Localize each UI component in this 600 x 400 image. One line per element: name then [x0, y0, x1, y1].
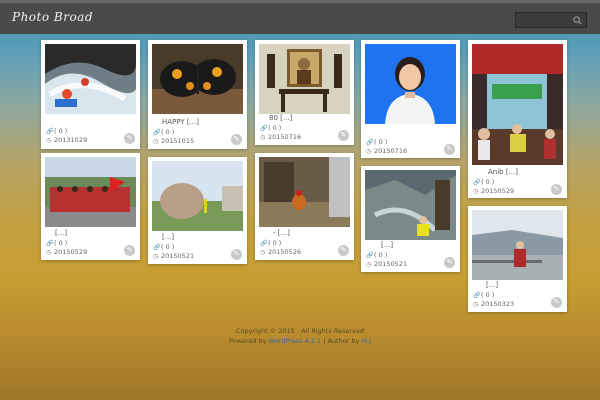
edit-icon[interactable]: ✎: [444, 257, 455, 268]
post-title[interactable]: Anib [...]: [488, 168, 518, 176]
comment-count: ( 0 ): [481, 178, 495, 186]
post-date: 20150521: [161, 252, 195, 260]
comment-count: ( 0 ): [161, 243, 175, 251]
clock-icon: ◷: [260, 249, 266, 256]
comment-count: ( 0 ): [374, 251, 388, 259]
clock-icon: ◷: [153, 253, 159, 260]
post-card[interactable]: Anib [...] 🔗( 0 ) ◷ 20150529 ✎: [468, 40, 567, 198]
link-icon: 🔗: [366, 252, 374, 259]
post-date: 20131029: [54, 136, 88, 144]
link-icon: 🔗: [260, 240, 268, 247]
post-title[interactable]: [...]: [486, 281, 498, 289]
search-icon[interactable]: [573, 16, 582, 25]
post-date: 20150716: [268, 133, 302, 141]
site-logo[interactable]: Photo Broad: [12, 10, 93, 24]
post-card[interactable]: [...] 🔗( 0 ) ◷ 20150521 ✎: [361, 166, 460, 272]
post-date: 20151015: [161, 137, 195, 145]
footer-copyright: Copyright © 2015 . All Rights Reserved: [235, 327, 365, 335]
post-thumbnail[interactable]: [472, 44, 563, 165]
post-thumbnail[interactable]: [259, 157, 350, 227]
edit-icon[interactable]: ✎: [551, 184, 562, 195]
post-title[interactable]: [...]: [55, 229, 67, 237]
link-icon: 🔗: [473, 179, 481, 186]
clock-icon: ◷: [366, 148, 372, 155]
post-title[interactable]: - [...]: [273, 229, 290, 237]
wordpress-link[interactable]: WordPress 4.2.1: [269, 337, 321, 345]
top-bar: Photo Broad: [0, 0, 600, 34]
link-icon: 🔗: [46, 128, 54, 135]
clock-icon: ◷: [153, 138, 159, 145]
post-thumbnail[interactable]: [259, 44, 350, 114]
post-thumbnail[interactable]: [472, 210, 563, 280]
footer-credits: Powered by WordPress 4.2.1 | Author by M…: [0, 337, 600, 345]
post-thumbnail[interactable]: [152, 44, 243, 114]
link-icon: 🔗: [260, 125, 268, 132]
comment-count: ( 0 ): [374, 138, 388, 146]
link-icon: 🔗: [473, 292, 481, 299]
comment-count: ( 0 ): [268, 124, 282, 132]
edit-icon[interactable]: ✎: [338, 130, 349, 141]
search-box[interactable]: [515, 12, 587, 28]
link-icon: 🔗: [46, 240, 54, 247]
comment-count: ( 0 ): [54, 127, 68, 135]
post-thumbnail[interactable]: [365, 170, 456, 240]
post-card[interactable]: 80 [...] 🔗( 0 ) ◷ 20150716 ✎: [255, 40, 354, 145]
post-thumbnail[interactable]: [45, 44, 136, 114]
post-thumbnail[interactable]: [365, 44, 456, 124]
comment-count: ( 0 ): [481, 291, 495, 299]
clock-icon: ◷: [46, 137, 52, 144]
post-date: 20150529: [54, 248, 88, 256]
comment-count: ( 0 ): [268, 239, 282, 247]
edit-icon[interactable]: ✎: [444, 144, 455, 155]
post-thumbnail[interactable]: [152, 161, 243, 231]
post-title[interactable]: [...]: [381, 241, 393, 249]
post-card[interactable]: - [...] 🔗( 0 ) ◷ 20150526 ✎: [255, 153, 354, 260]
post-date: 20150526: [268, 248, 302, 256]
post-card[interactable]: 🔗( 0 ) ◷ 20150716 ✎: [361, 40, 460, 158]
clock-icon: ◷: [366, 261, 372, 268]
search-input[interactable]: [518, 14, 572, 26]
edit-icon[interactable]: ✎: [124, 245, 135, 256]
clock-icon: ◷: [473, 188, 479, 195]
post-date: 20150529: [481, 187, 515, 195]
edit-icon[interactable]: ✎: [231, 134, 242, 145]
post-card[interactable]: [...] 🔗( 0 ) ◷ 20150529 ✎: [41, 153, 140, 260]
powered-by-label: Powered by: [228, 337, 267, 345]
edit-icon[interactable]: ✎: [551, 297, 562, 308]
clock-icon: ◷: [46, 249, 52, 256]
edit-icon[interactable]: ✎: [231, 249, 242, 260]
post-title[interactable]: HAPPY [...]: [162, 118, 199, 126]
post-thumbnail[interactable]: [45, 157, 136, 227]
edit-icon[interactable]: ✎: [338, 245, 349, 256]
author-label: | Author by: [323, 337, 360, 345]
post-date: 20150521: [374, 260, 408, 268]
post-card[interactable]: 🔗( 0 ) ◷ 20131029 ✎: [41, 40, 140, 149]
post-card[interactable]: [...] 🔗( 0 ) ◷ 20150521 ✎: [148, 157, 247, 264]
comment-count: ( 0 ): [161, 128, 175, 136]
author-link[interactable]: M.J: [361, 337, 371, 345]
link-icon: 🔗: [366, 139, 374, 146]
comment-count: ( 0 ): [54, 239, 68, 247]
post-title[interactable]: [...]: [162, 233, 174, 241]
edit-icon[interactable]: ✎: [124, 133, 135, 144]
link-icon: 🔗: [153, 129, 161, 136]
post-date: 20150323: [481, 300, 515, 308]
clock-icon: ◷: [473, 301, 479, 308]
post-card[interactable]: [...] 🔗( 0 ) ◷ 20150323 ✎: [468, 206, 567, 312]
link-icon: 🔗: [153, 244, 161, 251]
post-card[interactable]: HAPPY [...] 🔗( 0 ) ◷ 20151015 ✎: [148, 40, 247, 149]
post-date: 20150716: [374, 147, 408, 155]
post-title[interactable]: 80 [...]: [269, 114, 292, 122]
clock-icon: ◷: [260, 134, 266, 141]
